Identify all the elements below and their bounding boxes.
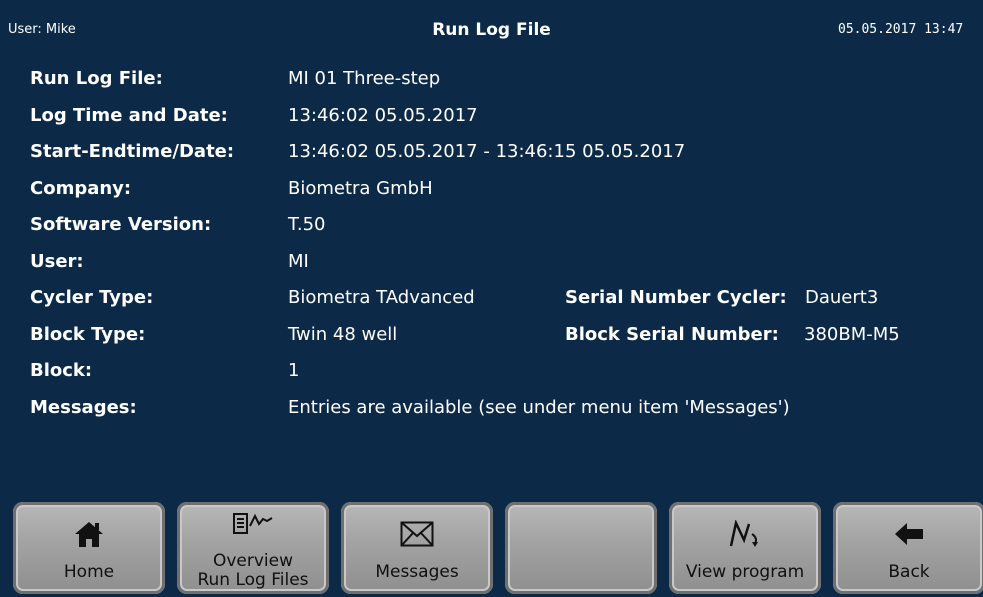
view-program-button[interactable]: View program <box>669 502 821 594</box>
company-label: Company: <box>30 177 132 199</box>
software-version-value: T.50 <box>288 214 326 235</box>
run-log-file-screen: User: Mike Run Log File 05.05.2017 13:47… <box>0 0 983 597</box>
log-chart-icon <box>177 510 329 538</box>
home-button[interactable]: Home <box>13 502 165 594</box>
overview-label-line1: Overview <box>212 551 294 571</box>
block-value: 1 <box>288 360 300 381</box>
overview-label-line2: Run Log Files <box>197 570 309 590</box>
log-time-date-label: Log Time and Date: <box>30 104 228 126</box>
view-program-button-label: View program <box>685 562 805 582</box>
log-time-date-value: 13:46:02 05.05.2017 <box>288 104 478 126</box>
empty-button[interactable] <box>505 502 657 594</box>
block-type-value: Twin 48 well <box>288 323 398 345</box>
overview-run-log-files-button[interactable]: Overview Run Log Files <box>177 502 329 594</box>
messages-value: Entries are available (see under menu it… <box>288 396 790 418</box>
back-arrow-icon <box>833 520 983 548</box>
user-value: MI <box>288 250 309 272</box>
start-end-value: 13:46:02 05.05.2017 - 13:46:15 05.05.201… <box>288 141 686 162</box>
user-label: User: <box>30 250 84 272</box>
messages-button-label: Messages <box>375 562 459 582</box>
serial-number-cycler-label: Serial Number Cycler: <box>565 287 787 308</box>
cycler-type-value: Biometra TAdvanced <box>288 287 475 308</box>
home-button-label: Home <box>63 562 115 582</box>
datetime: 05.05.2017 13:47 <box>838 22 964 37</box>
home-icon <box>13 520 165 548</box>
messages-label: Messages: <box>30 396 137 418</box>
page-title: Run Log File <box>432 20 551 40</box>
block-label: Block: <box>30 360 93 381</box>
back-button-label: Back <box>888 562 930 582</box>
block-serial-number-value: 380BM-M5 <box>804 323 900 345</box>
messages-button[interactable]: Messages <box>341 502 493 594</box>
run-log-file-label: Run Log File: <box>30 68 163 89</box>
block-serial-number-label: Block Serial Number: <box>565 323 779 345</box>
block-type-label: Block Type: <box>30 323 146 345</box>
button-bar: Home Overview Run Log Files Messages Vie… <box>0 495 983 597</box>
program-curve-icon <box>669 520 821 548</box>
back-button[interactable]: Back <box>833 502 983 594</box>
cycler-type-label: Cycler Type: <box>30 287 154 308</box>
envelope-icon <box>341 520 493 548</box>
title-bar: User: Mike Run Log File 05.05.2017 13:47 <box>0 0 983 56</box>
company-value: Biometra GmbH <box>288 177 433 199</box>
serial-number-cycler-value: Dauert3 <box>805 287 879 308</box>
software-version-label: Software Version: <box>30 214 212 235</box>
run-log-file-value: MI 01 Three-step <box>288 68 441 89</box>
start-end-label: Start-Endtime/Date: <box>30 141 235 162</box>
